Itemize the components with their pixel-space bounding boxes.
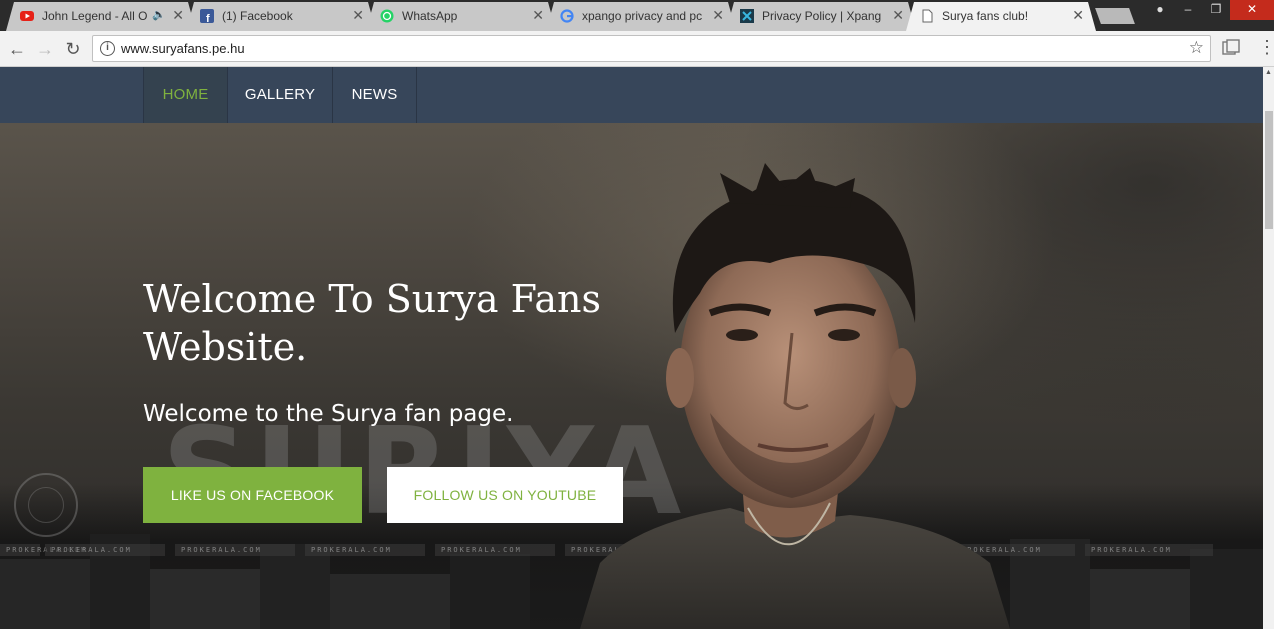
page-viewport: HOME GALLERY NEWS SURIYA PROKERALA.COM P… (0, 67, 1263, 629)
address-bar[interactable]: i www.suryafans.pe.hu ☆ (92, 35, 1211, 62)
speaker-icon[interactable]: 🔈 (152, 8, 166, 21)
tab-facebook[interactable]: f (1) Facebook ✕ (186, 2, 376, 31)
follow-youtube-button[interactable]: FOLLOW US ON YOUTUBE (387, 467, 623, 523)
watermark-text: PROKERALA.COM (305, 544, 425, 556)
nav-home[interactable]: HOME (143, 67, 228, 123)
tab-title: xpango privacy and pc (582, 9, 703, 23)
scroll-up-icon[interactable]: ▲ (1263, 67, 1274, 79)
restore-icon[interactable]: ❐ (1206, 0, 1226, 20)
address-text[interactable]: www.suryafans.pe.hu (121, 41, 245, 56)
tab-strip: John Legend - All O 🔈 ✕ f (1) Facebook ✕… (0, 0, 1274, 31)
watermark-text: PROKERALA.COM (435, 544, 555, 556)
extension-icon[interactable] (1222, 39, 1240, 57)
close-tab-icon[interactable]: ✕ (532, 8, 544, 23)
youtube-icon (20, 9, 34, 23)
tab-xpango[interactable]: Privacy Policy | Xpang ✕ (726, 2, 916, 31)
hero-banner: SURIYA PROKERALA.COM PROKERALA.COM PROKE… (0, 123, 1263, 629)
minimize-icon[interactable]: – (1178, 0, 1198, 20)
browser-toolbar: ← → ↻ i www.suryafans.pe.hu ☆ (0, 31, 1274, 67)
new-tab-button[interactable] (1095, 8, 1135, 24)
portrait-image (580, 163, 1010, 629)
close-tab-icon[interactable]: ✕ (352, 8, 364, 23)
nav-news[interactable]: NEWS (332, 67, 417, 123)
user-icon[interactable]: ● (1150, 0, 1170, 20)
tab-surya-active[interactable]: Surya fans club! ✕ (906, 2, 1096, 31)
watermark-seal (14, 473, 78, 537)
watermark-text: PROKERALA.COM (0, 544, 85, 556)
menu-kebab-icon[interactable]: ⋮ (1258, 36, 1274, 58)
close-tab-icon[interactable]: ✕ (892, 8, 904, 23)
like-facebook-button[interactable]: LIKE US ON FACEBOOK (143, 467, 362, 523)
close-window-icon[interactable]: ✕ (1230, 0, 1274, 20)
close-tab-icon[interactable]: ✕ (1072, 8, 1084, 23)
hero-title: Welcome To Surya Fans Website. (143, 277, 602, 369)
back-icon[interactable]: ← (6, 38, 28, 60)
bookmark-star-icon[interactable]: ☆ (1189, 38, 1204, 58)
forward-icon[interactable]: → (34, 38, 56, 60)
nav-gallery[interactable]: GALLERY (227, 67, 333, 123)
svg-text:f: f (206, 13, 210, 23)
close-tab-icon[interactable]: ✕ (172, 8, 184, 23)
tab-youtube[interactable]: John Legend - All O 🔈 ✕ (6, 2, 196, 31)
facebook-icon: f (200, 9, 214, 23)
watermark-text: PROKERALA.COM (45, 544, 165, 556)
page-icon (920, 9, 934, 23)
xpango-icon (740, 9, 754, 23)
site-navbar: HOME GALLERY NEWS (0, 67, 1263, 123)
watermark-text: PROKERALA.COM (175, 544, 295, 556)
tab-title: John Legend - All O (42, 9, 148, 23)
scrollbar-thumb[interactable] (1265, 111, 1273, 229)
tab-whatsapp[interactable]: WhatsApp ✕ (366, 2, 556, 31)
tab-google[interactable]: xpango privacy and pc ✕ (546, 2, 736, 31)
tab-title: Privacy Policy | Xpang (762, 9, 882, 23)
google-icon (560, 9, 574, 23)
whatsapp-icon (380, 9, 394, 23)
tab-title: (1) Facebook (222, 9, 293, 23)
tab-title: WhatsApp (402, 9, 458, 23)
hero-subtitle: Welcome to the Surya fan page. (143, 401, 514, 427)
reload-icon[interactable]: ↻ (62, 38, 84, 60)
info-icon[interactable]: i (100, 41, 115, 56)
close-tab-icon[interactable]: ✕ (712, 8, 724, 23)
tab-title: Surya fans club! (942, 9, 1029, 23)
watermark-text: PROKERALA.COM (1085, 544, 1213, 556)
